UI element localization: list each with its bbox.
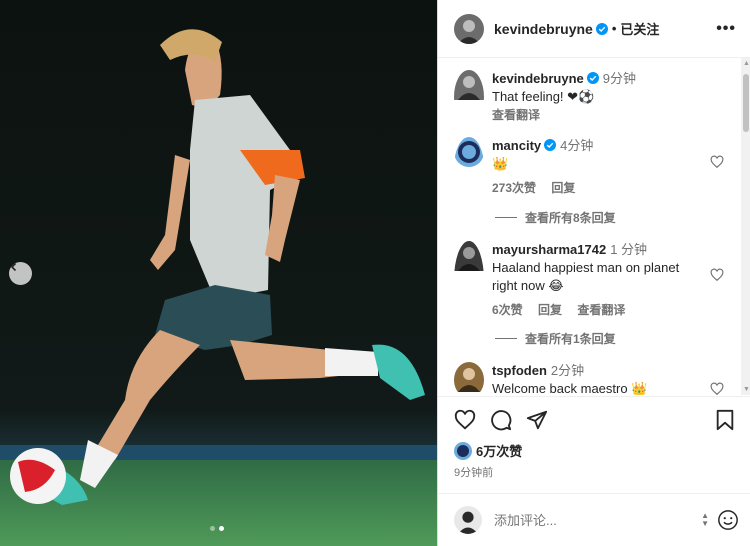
comment-text: Welcome back maestro 👑 xyxy=(492,381,648,395)
view-replies-button[interactable]: 查看所有8条回复 xyxy=(495,209,616,226)
view-replies-label: 查看所有1条回复 xyxy=(525,332,616,346)
comment-actions: 273次赞 回复 xyxy=(492,179,706,197)
view-replies-button[interactable]: 查看所有1条回复 xyxy=(495,330,616,347)
reply-button[interactable]: 回复 xyxy=(538,303,562,317)
avatar[interactable] xyxy=(454,70,484,124)
comment-username[interactable]: mancity xyxy=(492,138,541,153)
avatar[interactable] xyxy=(454,362,484,395)
share-icon[interactable] xyxy=(526,409,548,431)
verified-icon xyxy=(544,139,557,151)
verified-icon xyxy=(595,22,608,35)
verified-icon xyxy=(586,72,599,84)
view-replies-label: 查看所有8条回复 xyxy=(525,211,616,225)
follow-status-button[interactable]: 已关注 xyxy=(620,19,659,38)
comment-time: 2分钟 xyxy=(550,363,585,378)
like-count[interactable]: 273次赞 xyxy=(492,181,536,195)
comment-actions: 6次赞 回复 查看翻译 xyxy=(492,301,706,319)
avatar[interactable] xyxy=(454,13,484,44)
bookmark-icon[interactable] xyxy=(715,409,735,431)
author-username[interactable]: kevindebruyne xyxy=(494,21,593,37)
previous-image-button[interactable] xyxy=(9,262,32,285)
post-header: kevindebruyne • 已关注 ••• xyxy=(438,0,750,58)
comment-item: tspfoden 2分钟 Welcome back maestro 👑 xyxy=(454,362,706,395)
comments-scrollbar[interactable]: ▲ ▼ xyxy=(741,58,750,395)
comment-text: That feeling! ❤⚽ xyxy=(492,89,595,104)
like-count[interactable]: 6万次赞 xyxy=(476,441,522,460)
reply-divider xyxy=(495,217,517,218)
comment-item: mayursharma1742 1 分钟 Haaland happiest man… xyxy=(454,241,706,319)
training-photo xyxy=(0,0,437,546)
heart-icon[interactable] xyxy=(454,409,476,431)
emoji-icon[interactable] xyxy=(717,509,739,531)
comment-text: Haaland happiest man on planet right now… xyxy=(492,260,680,293)
comment-username[interactable]: kevindebruyne xyxy=(492,71,584,86)
comments-list: kevindebruyne 9分钟 That feeling! ❤⚽ 查看翻译 m… xyxy=(438,58,750,395)
liker-avatar xyxy=(454,441,472,460)
caption-comment: kevindebruyne 9分钟 That feeling! ❤⚽ 查看翻译 xyxy=(454,70,706,124)
translate-button[interactable]: 查看翻译 xyxy=(492,108,540,122)
comment-text: 👑 xyxy=(492,156,509,171)
likes-row: 6万次赞 xyxy=(454,441,735,460)
scroll-up-icon[interactable]: ▲ xyxy=(743,60,750,67)
reply-button[interactable]: 回复 xyxy=(551,181,575,195)
more-options-button[interactable]: ••• xyxy=(716,20,736,38)
separator-dot: • xyxy=(611,21,617,36)
comment-time: 4分钟 xyxy=(560,138,594,153)
carousel-dot xyxy=(210,526,215,531)
post-image xyxy=(0,0,437,546)
chevron-left-icon xyxy=(10,262,17,272)
post-timestamp: 9分钟前 xyxy=(454,467,494,479)
carousel-indicator xyxy=(210,526,224,531)
add-comment-bar: ▲▼ xyxy=(438,493,750,546)
comment-time: 9分钟 xyxy=(602,71,636,86)
heart-icon[interactable] xyxy=(710,155,724,169)
post-viewer: kevindebruyne • 已关注 ••• kevindebruyne 9分钟… xyxy=(0,0,750,546)
carousel-dot-active xyxy=(219,526,224,531)
heart-icon[interactable] xyxy=(710,268,724,282)
post-details: kevindebruyne • 已关注 ••• kevindebruyne 9分钟… xyxy=(437,0,750,546)
comment-item: mancity 4分钟 👑 273次赞 回复 xyxy=(454,137,706,197)
scrollbar-thumb[interactable] xyxy=(743,74,749,132)
comment-username[interactable]: mayursharma1742 xyxy=(492,242,606,257)
like-count[interactable]: 6次赞 xyxy=(492,303,523,317)
comment-input[interactable] xyxy=(494,512,674,528)
avatar[interactable] xyxy=(454,241,484,319)
comment-actions: 查看翻译 xyxy=(492,106,706,124)
stepper-icon[interactable]: ▲ ▼ xyxy=(701,512,709,528)
avatar xyxy=(454,506,482,534)
heart-icon[interactable] xyxy=(710,382,724,395)
scroll-down-icon[interactable]: ▼ xyxy=(743,386,750,393)
reply-divider xyxy=(495,338,517,339)
translate-button[interactable]: 查看翻译 xyxy=(577,303,625,317)
avatar[interactable] xyxy=(454,137,484,197)
comment-time: 1 分钟 xyxy=(610,242,648,257)
comment-username[interactable]: tspfoden xyxy=(492,363,547,378)
post-actions: 6万次赞 9分钟前 xyxy=(438,396,750,496)
comment-icon[interactable] xyxy=(490,409,512,431)
